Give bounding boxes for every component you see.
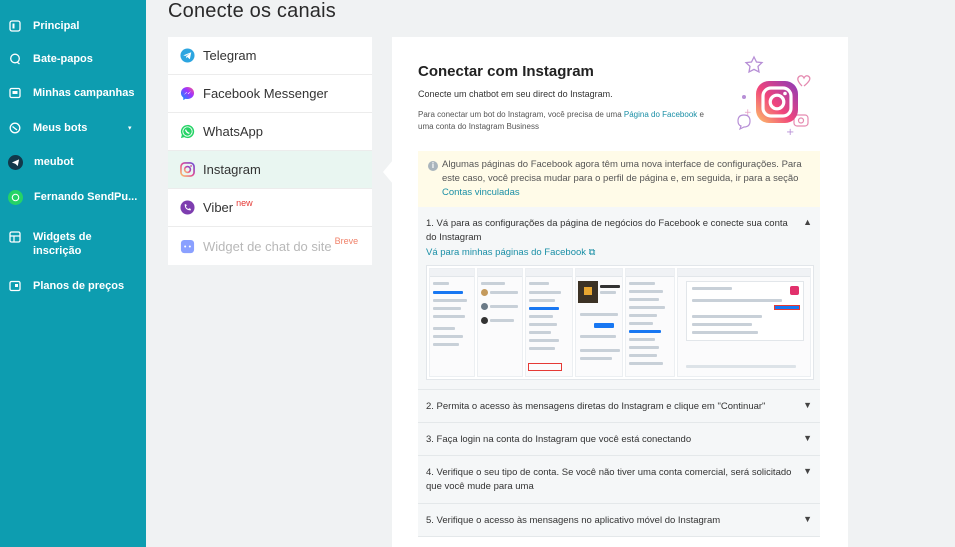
step-text: 1. Vá para as configurações da página de… — [426, 218, 788, 243]
fb-pages-panel — [429, 268, 475, 377]
instagram-connect-panel: Conectar com Instagram Conecte um chatbo… — [392, 37, 848, 547]
step-text: 3. Faça login na conta do Instagram que … — [426, 434, 692, 445]
chevron-down-icon[interactable]: ▼ — [803, 464, 812, 478]
chevron-down-icon[interactable]: ▼ — [803, 398, 812, 412]
messenger-icon — [180, 86, 195, 101]
sidebar-item-principal[interactable]: Principal — [8, 19, 79, 33]
sidebar-item-fernando[interactable]: Fernando SendPu... — [8, 190, 137, 205]
home-icon — [8, 19, 22, 33]
channel-list: Telegram Facebook Messenger WhatsApp Ins… — [168, 37, 372, 265]
channel-viber[interactable]: Viber new — [168, 189, 372, 227]
linked-accounts-link[interactable]: Contas vinculadas — [442, 187, 520, 198]
sidebar-item-label: Minhas campanhas — [33, 87, 135, 99]
facebook-page-link[interactable]: Página do Facebook — [624, 110, 697, 119]
info-message: Algumas páginas do Facebook agora têm um… — [442, 159, 802, 184]
bot-icon — [8, 121, 22, 135]
fb-menu-panel — [525, 268, 573, 377]
sidebar-item-label: Meus bots — [33, 122, 88, 134]
sidebar-item-campanhas[interactable]: Minhas campanhas — [8, 86, 134, 100]
svg-text:+: + — [786, 127, 794, 138]
chat-widget-icon — [180, 239, 195, 254]
sidebar: Principal Bate-papos Minhas campanhas Me… — [0, 0, 146, 547]
telegram-icon — [180, 48, 195, 63]
channel-label: WhatsApp — [203, 124, 263, 139]
breve-badge: Breve — [334, 236, 359, 246]
step-text: 2. Permita o acesso às mensagens diretas… — [426, 401, 766, 412]
fb-page-preview — [575, 268, 623, 377]
channel-whatsapp[interactable]: WhatsApp — [168, 113, 372, 151]
chevron-down-icon[interactable]: ▾ — [128, 124, 132, 132]
step-3[interactable]: 3. Faça login na conta do Instagram que … — [418, 423, 820, 456]
new-badge: new — [236, 197, 253, 208]
info-icon: i — [428, 161, 438, 171]
fb-manage-pages-panel — [477, 268, 523, 377]
channel-label: Widget de chat do site — [203, 238, 332, 254]
channel-label: Facebook Messenger — [203, 86, 329, 101]
facebook-pages-link[interactable]: Vá para minhas páginas do Facebook ⧉ — [426, 246, 595, 260]
step-text: 4. Verifique o seu tipo de conta. Se voc… — [426, 467, 792, 492]
sidebar-item-label: Planos de preços — [33, 280, 125, 292]
sidebar-item-label: meubot — [34, 156, 74, 168]
sidebar-item-widgets[interactable]: Widgets de inscrição — [8, 230, 113, 258]
whatsapp-icon — [180, 124, 195, 139]
info-text: Algumas páginas do Facebook agora têm um… — [442, 158, 812, 200]
channel-messenger[interactable]: Facebook Messenger — [168, 75, 372, 113]
fb-instagram-connect-panel — [677, 268, 811, 377]
sidebar-item-planos[interactable]: Planos de preços — [8, 279, 124, 293]
instagram-icon — [180, 162, 195, 177]
channel-label: Telegram — [203, 48, 257, 63]
chevron-down-icon[interactable]: ▼ — [803, 431, 812, 445]
sidebar-item-meus-bots[interactable]: Meus bots — [8, 121, 87, 135]
panel-title: Conectar com Instagram — [418, 63, 594, 80]
info-notice: i Algumas páginas do Facebook agora têm … — [418, 151, 820, 207]
channel-instagram[interactable]: Instagram — [168, 151, 372, 189]
step-1[interactable]: 1. Vá para as configurações da página de… — [418, 207, 820, 390]
sidebar-item-label: Principal — [33, 20, 80, 32]
chevron-up-icon[interactable]: ▲ — [803, 215, 812, 229]
step-text: 5. Verifique o acesso às mensagens no ap… — [426, 515, 721, 526]
chat-icon — [8, 52, 22, 66]
channel-chat-widget: Widget de chat do site Breve — [168, 227, 372, 265]
step-4[interactable]: 4. Verifique o seu tipo de conta. Se voc… — [418, 456, 820, 504]
panel-subtitle: Conecte um chatbot em seu direct do Inst… — [418, 89, 613, 99]
page-title: Conecte os canais — [168, 0, 336, 22]
sidebar-item-label: Bate-papos — [33, 53, 93, 65]
desc-text: Para conectar um bot do Instagram, você … — [418, 110, 624, 119]
channel-label: Instagram — [203, 162, 261, 177]
sidebar-item-label: Fernando SendPu... — [34, 191, 138, 203]
sidebar-item-meubot[interactable]: meubot — [8, 155, 74, 170]
instagram-illustration: + + — [732, 51, 822, 141]
facebook-settings-screenshot — [426, 265, 814, 380]
steps-accordion: 1. Vá para as configurações da página de… — [418, 207, 820, 537]
telegram-icon — [8, 155, 23, 170]
fb-page-settings-panel — [625, 268, 675, 377]
widget-icon — [8, 230, 22, 244]
chevron-down-icon[interactable]: ▼ — [803, 512, 812, 526]
viber-icon — [180, 200, 195, 215]
channel-telegram[interactable]: Telegram — [168, 37, 372, 75]
step-2[interactable]: 2. Permita o acesso às mensagens diretas… — [418, 390, 820, 423]
panel-description: Para conectar um bot do Instagram, você … — [418, 109, 718, 133]
whatsapp-icon — [8, 190, 23, 205]
sidebar-item-label: Widgets de inscrição — [33, 231, 92, 257]
step-5[interactable]: 5. Verifique o acesso às mensagens no ap… — [418, 504, 820, 537]
campaign-icon — [8, 86, 22, 100]
pricing-icon — [8, 279, 22, 293]
channel-label: Viber — [203, 200, 234, 215]
sidebar-item-bate-papos[interactable]: Bate-papos — [8, 52, 93, 66]
